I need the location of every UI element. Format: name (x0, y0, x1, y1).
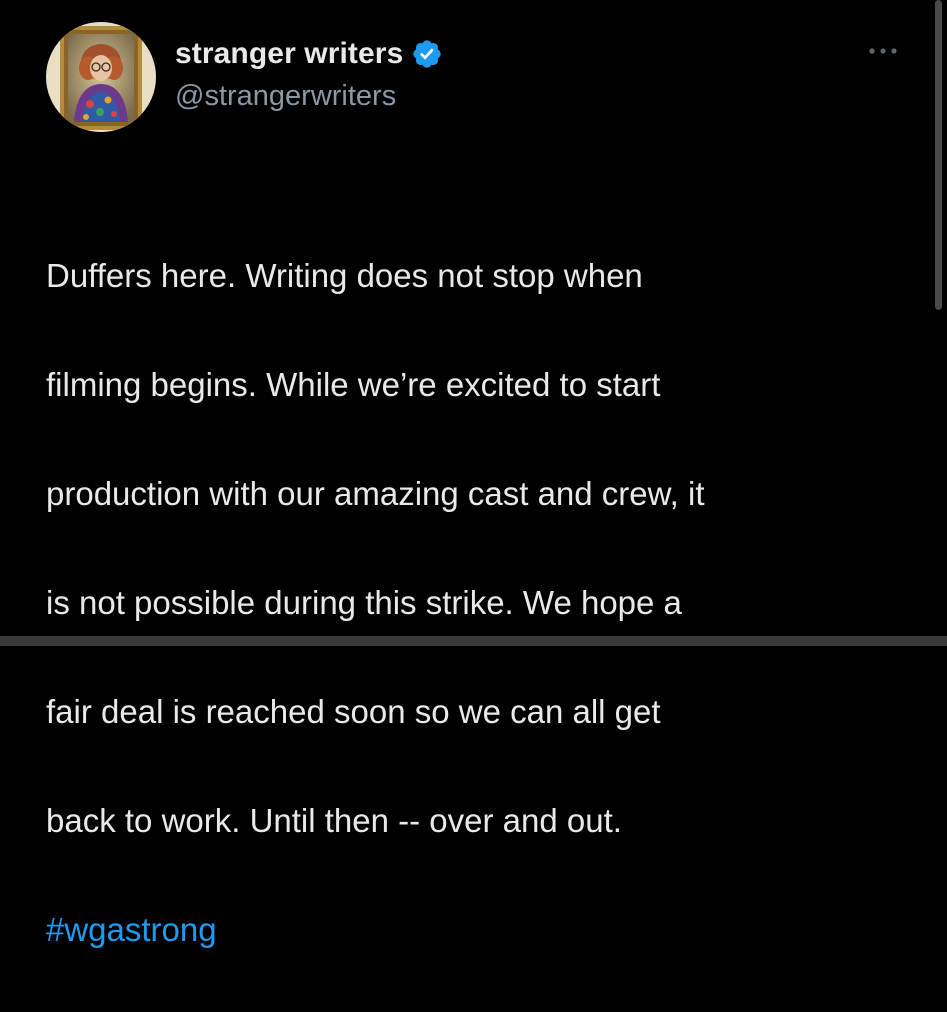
bottom-divider (0, 636, 947, 646)
more-options-icon (869, 48, 897, 54)
tweet-text-line: Duffers here. Writing does not stop when (46, 256, 643, 294)
verified-badge-icon (411, 38, 443, 70)
tweet-text-line: production with our amazing cast and cre… (46, 474, 705, 512)
hashtag-link[interactable]: #wgastrong (46, 903, 217, 958)
tweet-text: Duffers here. Writing does not stop when… (46, 194, 916, 1012)
tweet-text-line: fair deal is reached soon so we can all … (46, 692, 661, 730)
tweet-text-line: back to work. Until then -- over and out… (46, 801, 622, 839)
avatar-portrait-image (46, 22, 156, 132)
scrollbar[interactable] (935, 0, 942, 310)
author-avatar[interactable] (46, 22, 156, 132)
author-name-row[interactable]: stranger writers (175, 32, 443, 76)
tweet-text-line: is not possible during this strike. We h… (46, 583, 682, 621)
author-handle[interactable]: @strangerwriters (175, 80, 396, 113)
tweet-text-line: filming begins. While we’re excited to s… (46, 365, 661, 403)
tweet-card: stranger writers @strangerwriters Duffer… (0, 0, 947, 948)
author-display-name[interactable]: stranger writers (175, 37, 403, 71)
more-options-button[interactable] (858, 34, 908, 68)
